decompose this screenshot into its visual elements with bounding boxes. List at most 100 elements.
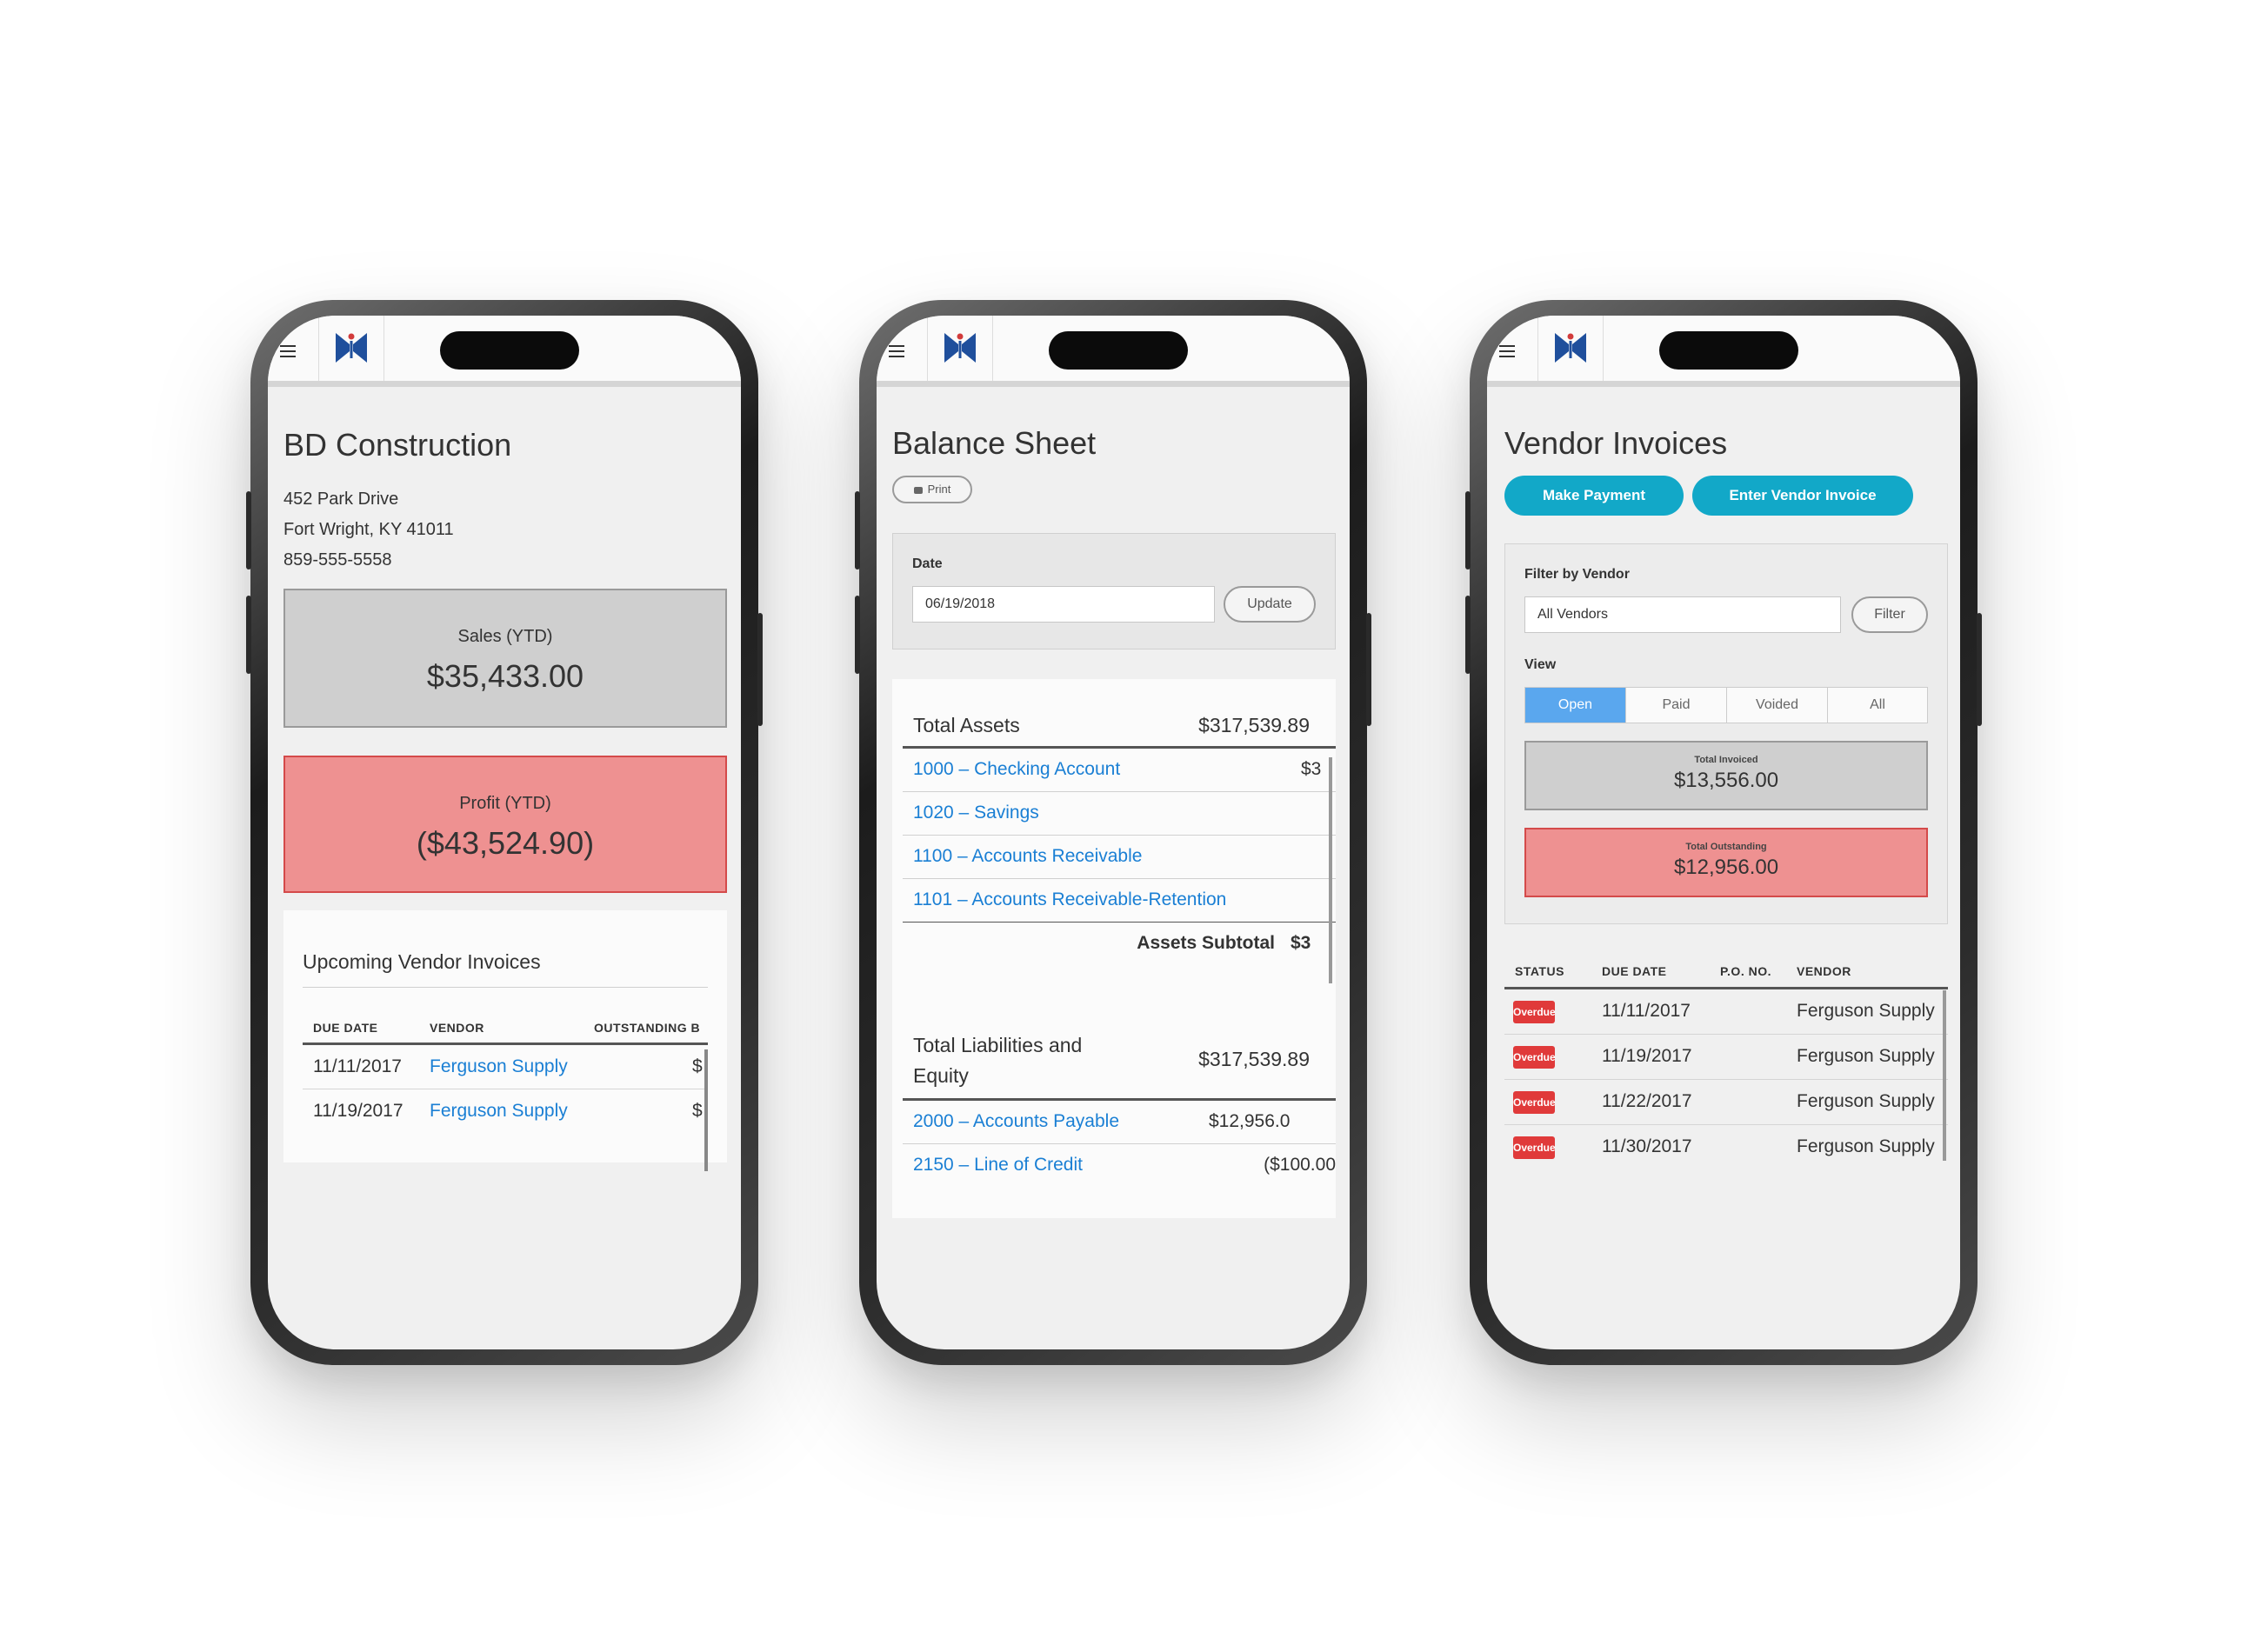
view-option-all[interactable]: All — [1828, 688, 1927, 723]
total-invoiced-card: Total Invoiced $13,556.00 — [1524, 741, 1928, 810]
table-row[interactable]: 11/19/2017 Ferguson Supply $ — [303, 1089, 708, 1133]
address-line-2: Fort Wright, KY 41011 — [283, 520, 454, 539]
column-vendor: VENDOR — [430, 1021, 484, 1035]
column-status: STATUS — [1515, 964, 1564, 978]
print-button[interactable]: Print — [892, 476, 972, 503]
balance-sheet-table: Total Assets $317,539.89 1000 – Checking… — [892, 679, 1336, 1218]
table-row[interactable]: Overdue 11/30/2017 Ferguson Supply — [1504, 1125, 1948, 1163]
account-link[interactable]: 2000 – Accounts Payable — [913, 1111, 1119, 1132]
row-due-date: 11/19/2017 — [313, 1101, 404, 1121]
invoices-table: STATUS DUE DATE P.O. NO. VENDOR Overdue … — [1504, 952, 1948, 1161]
sales-ytd-card[interactable]: Sales (YTD) $35,433.00 — [283, 589, 727, 728]
logo-button[interactable] — [927, 316, 993, 381]
make-payment-button[interactable]: Make Payment — [1504, 476, 1684, 516]
hamburger-menu-icon[interactable] — [1499, 345, 1515, 357]
phone-vendor-invoices: Vendor Invoices Make Payment Enter Vendo… — [1465, 300, 1982, 1365]
account-link[interactable]: 1101 – Accounts Receivable-Retention — [913, 889, 1226, 910]
account-value: ($100.00 — [1264, 1155, 1336, 1175]
profit-ytd-card[interactable]: Profit (YTD) ($43,524.90) — [283, 756, 727, 893]
overdue-badge: Overdue — [1513, 1046, 1556, 1069]
row-due-date: 11/11/2017 — [1602, 1001, 1691, 1021]
sales-ytd-value: $35,433.00 — [426, 658, 584, 694]
overdue-badge: Overdue — [1513, 1136, 1556, 1159]
logo-button[interactable] — [318, 316, 384, 381]
column-due-date: DUE DATE — [1602, 964, 1667, 978]
dynamic-island — [1049, 331, 1188, 370]
date-label: Date — [912, 556, 943, 571]
table-row[interactable]: Overdue 11/19/2017 Ferguson Supply — [1504, 1035, 1948, 1080]
asset-row[interactable]: 1020 – Savings — [903, 792, 1336, 836]
total-outstanding-card: Total Outstanding $12,956.00 — [1524, 828, 1928, 897]
phone-balance-sheet: Balance Sheet Print Date 06/19/2018 Upda… — [855, 300, 1371, 1365]
account-value: $12,956.0 — [1209, 1111, 1291, 1131]
profit-ytd-value: ($43,524.90) — [416, 825, 595, 861]
total-liabilities-label: Total Liabilities and — [913, 1034, 1083, 1056]
vendor-select[interactable]: All Vendors — [1524, 596, 1841, 633]
assets-subtotal-value: $3 — [1291, 933, 1311, 953]
table-row[interactable]: Overdue 11/22/2017 Ferguson Supply — [1504, 1080, 1948, 1125]
row-due-date: 11/11/2017 — [313, 1056, 402, 1076]
hamburger-menu-icon[interactable] — [280, 345, 296, 357]
hamburger-menu-icon[interactable] — [889, 345, 904, 357]
page-content: BD Construction 452 Park Drive Fort Wrig… — [268, 387, 741, 1349]
asset-row[interactable]: 1000 – Checking Account $3 — [903, 749, 1336, 792]
phone-dashboard: BD Construction 452 Park Drive Fort Wrig… — [246, 300, 763, 1365]
view-option-voided[interactable]: Voided — [1727, 688, 1828, 723]
screen: Balance Sheet Print Date 06/19/2018 Upda… — [877, 316, 1350, 1349]
scrollbar[interactable] — [1329, 757, 1332, 983]
date-filter-panel: Date 06/19/2018 Update — [892, 533, 1336, 649]
liability-row[interactable]: 2000 – Accounts Payable $12,956.0 — [903, 1101, 1336, 1144]
column-vendor: VENDOR — [1797, 964, 1851, 978]
butterfly-logo-icon — [336, 333, 367, 363]
asset-row[interactable]: 1100 – Accounts Receivable — [903, 836, 1336, 879]
logo-button[interactable] — [1537, 316, 1604, 381]
assets-subtotal-label: Assets Subtotal — [1137, 933, 1275, 953]
view-option-paid[interactable]: Paid — [1626, 688, 1727, 723]
table-row[interactable]: Overdue 11/11/2017 Ferguson Supply — [1504, 989, 1948, 1035]
overdue-badge: Overdue — [1513, 1001, 1556, 1023]
row-vendor: Ferguson Supply — [1797, 1136, 1935, 1156]
dynamic-island — [440, 331, 579, 370]
filter-button[interactable]: Filter — [1851, 596, 1928, 633]
profit-ytd-label: Profit (YTD) — [459, 794, 551, 813]
account-link[interactable]: 1020 – Savings — [913, 803, 1039, 823]
upcoming-invoices-title: Upcoming Vendor Invoices — [303, 950, 541, 973]
view-segmented-control: Open Paid Voided All — [1524, 687, 1928, 723]
scrollbar[interactable] — [1943, 990, 1946, 1161]
update-button[interactable]: Update — [1224, 586, 1316, 623]
screen: BD Construction 452 Park Drive Fort Wrig… — [268, 316, 741, 1349]
account-link[interactable]: 1100 – Accounts Receivable — [913, 846, 1142, 867]
row-amount: $ — [692, 1056, 703, 1076]
sales-ytd-label: Sales (YTD) — [457, 627, 553, 646]
view-option-open[interactable]: Open — [1525, 688, 1626, 723]
screen: Vendor Invoices Make Payment Enter Vendo… — [1487, 316, 1960, 1349]
page-content: Vendor Invoices Make Payment Enter Vendo… — [1487, 387, 1960, 1349]
enter-vendor-invoice-button[interactable]: Enter Vendor Invoice — [1692, 476, 1913, 516]
view-label: View — [1524, 657, 1557, 672]
printer-icon — [913, 486, 923, 494]
total-invoiced-label: Total Invoiced — [1694, 755, 1758, 765]
row-vendor-link[interactable]: Ferguson Supply — [430, 1101, 568, 1122]
total-liabilities-label-line2: Equity — [913, 1064, 969, 1087]
dynamic-island — [1659, 331, 1798, 370]
address-line-1: 452 Park Drive — [283, 490, 399, 509]
upcoming-invoices-card: Upcoming Vendor Invoices DUE DATE VENDOR… — [283, 910, 727, 1171]
row-vendor: Ferguson Supply — [1797, 1091, 1935, 1111]
account-link[interactable]: 1000 – Checking Account — [913, 759, 1120, 780]
table-row[interactable]: 11/11/2017 Ferguson Supply $ — [303, 1045, 708, 1089]
asset-row[interactable]: 1101 – Accounts Receivable-Retention — [903, 879, 1336, 923]
row-vendor: Ferguson Supply — [1797, 1046, 1935, 1066]
row-vendor: Ferguson Supply — [1797, 1001, 1935, 1021]
column-due-date: DUE DATE — [313, 1021, 378, 1035]
row-due-date: 11/19/2017 — [1602, 1046, 1692, 1066]
scrollbar[interactable] — [704, 1049, 708, 1171]
row-vendor-link[interactable]: Ferguson Supply — [430, 1056, 568, 1077]
company-phone: 859-555-5558 — [283, 550, 392, 570]
liability-row[interactable]: 2150 – Line of Credit ($100.00 — [903, 1144, 1336, 1187]
print-label: Print — [927, 483, 951, 496]
column-po-no: P.O. NO. — [1720, 964, 1771, 978]
filter-by-vendor-label: Filter by Vendor — [1524, 567, 1630, 582]
date-input[interactable]: 06/19/2018 — [912, 586, 1215, 623]
account-link[interactable]: 2150 – Line of Credit — [913, 1155, 1083, 1176]
row-amount: $ — [692, 1101, 703, 1121]
